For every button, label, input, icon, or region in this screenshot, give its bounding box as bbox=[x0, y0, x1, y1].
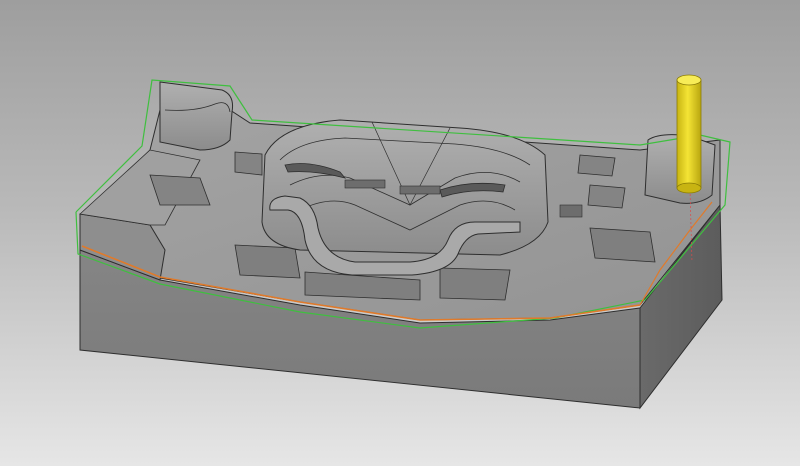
back-left-riser bbox=[159, 81, 233, 151]
cad-viewport[interactable] bbox=[0, 0, 800, 466]
tool-tip bbox=[676, 182, 702, 194]
pocket-8 bbox=[577, 154, 616, 177]
cutting-tool[interactable] bbox=[676, 74, 702, 194]
pocket-2 bbox=[234, 151, 263, 176]
pocket-3 bbox=[234, 244, 301, 279]
pocket-7 bbox=[587, 184, 626, 209]
tool-top bbox=[676, 74, 702, 86]
slot-a bbox=[344, 179, 386, 189]
pocket-5 bbox=[439, 267, 511, 301]
mold-scene[interactable] bbox=[0, 0, 800, 466]
slot-b bbox=[399, 185, 441, 195]
slot-c bbox=[559, 204, 583, 218]
tool-body bbox=[676, 79, 702, 189]
mold-block[interactable] bbox=[79, 81, 723, 410]
pocket-6 bbox=[589, 227, 656, 263]
